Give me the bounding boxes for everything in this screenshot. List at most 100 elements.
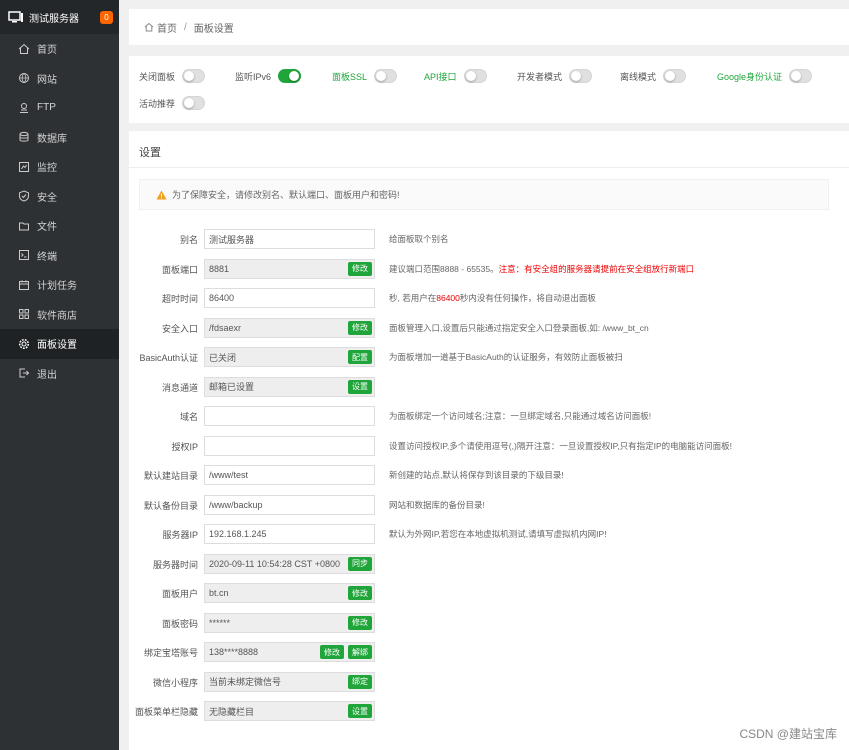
hint-text: 设置访问授权IP,多个请使用逗号(,)隔开注意：一旦设置授权IP,只有指定IP的… bbox=[389, 440, 733, 451]
toggle-switch[interactable] bbox=[789, 69, 813, 83]
toggle-label: API接口 bbox=[424, 71, 457, 82]
toggle-0: 关闭面板 bbox=[139, 69, 206, 83]
row-button[interactable]: 绑定 bbox=[348, 674, 372, 689]
home-icon bbox=[18, 43, 30, 55]
row-value: 已关闭 bbox=[209, 352, 237, 363]
row-hint: 为面板绑定一个访问域名;注意：一旦绑定域名,只能通过域名访问面板! bbox=[389, 410, 651, 422]
sidebar-item-8[interactable]: 计划任务 bbox=[0, 270, 119, 300]
settings-row: 安全入口/fdsaexr 修改 面板管理入口,设置后只能通过指定安全入口登录面板,如… bbox=[129, 317, 849, 338]
toggle-switch[interactable] bbox=[663, 69, 687, 83]
sidebar-item-11[interactable]: 退出 bbox=[0, 359, 119, 389]
row-label: 安全入口 bbox=[161, 323, 198, 334]
logout-icon bbox=[18, 367, 30, 379]
sidebar-item-1[interactable]: 网站 bbox=[0, 64, 119, 94]
row-button[interactable]: 修改 bbox=[348, 320, 372, 335]
row-input[interactable]: /www/backup bbox=[204, 494, 375, 515]
row-label: 超时时间 bbox=[161, 294, 198, 304]
toggle-switch[interactable] bbox=[374, 69, 398, 83]
row-label: 面板密码 bbox=[161, 618, 198, 629]
row-hint: 网站和数据库的备份目录! bbox=[389, 499, 485, 511]
sidebar-item-label: 数据库 bbox=[37, 133, 67, 145]
notification-badge[interactable]: 0 bbox=[100, 10, 113, 24]
sidebar-item-label: 安全 bbox=[37, 192, 57, 204]
monitor-icon bbox=[8, 11, 24, 23]
row-label: 绑定宝塔账号 bbox=[143, 648, 198, 658]
row-value: 8881 bbox=[209, 263, 230, 274]
settings-row: 服务器IP 192.168.1.245 默认为外网IP,若您在本地虚拟机测试,请填写… bbox=[129, 524, 849, 544]
toggle-switch[interactable] bbox=[278, 69, 302, 83]
row-button[interactable]: 解绑 bbox=[348, 645, 372, 659]
row-button[interactable]: 修改 bbox=[348, 615, 372, 630]
row-label: 默认备份目录 bbox=[143, 500, 198, 511]
toggle-3: API接口 bbox=[424, 69, 487, 83]
row-hint: 设置访问授权IP,多个请使用逗号(,)隔开注意：一旦设置授权IP,只有指定IP的… bbox=[389, 440, 732, 452]
toggle-5: 离线模式 bbox=[620, 69, 687, 83]
row-input[interactable] bbox=[204, 406, 375, 426]
toggle-switch[interactable] bbox=[182, 96, 206, 110]
toggle-1: 监听IPv6 bbox=[235, 69, 302, 83]
sidebar-item-6[interactable]: 文件 bbox=[0, 211, 119, 241]
row-button[interactable]: 配置 bbox=[348, 350, 372, 364]
settings-row: 面板端口 8881 修改 建议端口范围8888 - 65535。注意：有安全组的服务器… bbox=[129, 258, 849, 279]
sidebar-item-label: 终端 bbox=[37, 251, 57, 263]
row-button[interactable]: 修改 bbox=[320, 645, 344, 659]
row-label: 别名 bbox=[179, 235, 198, 245]
sidebar-item-3[interactable]: 数据库 bbox=[0, 123, 119, 153]
sidebar-item-5[interactable]: 安全 bbox=[0, 182, 119, 212]
toggle-switch[interactable] bbox=[463, 69, 487, 83]
hint-text: 建议端口范围8888 - 65535。 bbox=[389, 263, 499, 274]
hint-text: 给面板取个别名 bbox=[389, 234, 449, 244]
sidebar-item-2[interactable]: FTP bbox=[0, 93, 119, 123]
toggle-switch[interactable] bbox=[182, 69, 206, 83]
sidebar-item-label: 首页 bbox=[37, 45, 57, 57]
row-input[interactable] bbox=[204, 435, 375, 456]
toggle-6: Google身份认证 bbox=[717, 69, 813, 83]
row-hint: 秒, 若用户在86400秒内没有任何操作，将自动退出面板 bbox=[389, 292, 596, 304]
toggle-label: 开发者模式 bbox=[517, 71, 563, 82]
row-button[interactable]: 修改 bbox=[348, 586, 372, 600]
hint-text: 为面板绑定一个访问域名;注意：一旦绑定域名,只能通过域名访问面板! bbox=[389, 411, 652, 421]
sidebar-item-label: 网站 bbox=[37, 74, 57, 86]
grid-icon bbox=[18, 308, 30, 320]
row-button[interactable]: 设置 bbox=[348, 704, 372, 718]
sidebar-item-9[interactable]: 软件商店 bbox=[0, 300, 119, 330]
row-hint: 新创建的站点,默认将保存到该目录的下级目录! bbox=[389, 469, 564, 481]
toggle-label: 关闭面板 bbox=[139, 71, 176, 82]
breadcrumb-current: 面板设置 bbox=[193, 23, 234, 35]
row-value: 86400 bbox=[209, 293, 235, 303]
sidebar-item-0[interactable]: 首页 bbox=[0, 34, 119, 64]
breadcrumb-home[interactable]: 首页 bbox=[157, 20, 177, 35]
sidebar-item-7[interactable]: 终端 bbox=[0, 241, 119, 271]
row-input[interactable]: 86400 bbox=[204, 288, 375, 308]
toggle-switch[interactable] bbox=[569, 69, 593, 83]
sidebar-item-label: 文件 bbox=[37, 222, 57, 234]
row-input[interactable]: /www/test bbox=[204, 465, 375, 485]
hint-text: 新创建的站点,默认将保存到该目录的下级目录! bbox=[389, 470, 564, 480]
toggle-label: 面板SSL bbox=[332, 71, 368, 82]
toggle-2: 面板SSL bbox=[332, 69, 398, 83]
hint-text: 秒, 若用户在 bbox=[389, 293, 437, 303]
settings-title: 设置 bbox=[139, 147, 161, 159]
row-button[interactable]: 设置 bbox=[348, 379, 372, 394]
row-value: 测试服务器 bbox=[209, 234, 255, 245]
settings-row: 微信小程序 当前未绑定微信号 绑定 bbox=[129, 671, 849, 692]
hint-text: 面板管理入口,设置后只能通过指定安全入口登录面板,如: /www_bt_cn bbox=[389, 322, 649, 333]
row-value: /www/backup bbox=[209, 499, 263, 510]
sidebar-brand[interactable]: 测试服务器 0 bbox=[0, 0, 119, 34]
row-hint: 面板管理入口,设置后只能通过指定安全入口登录面板,如: /www_bt_cn bbox=[389, 322, 649, 334]
sidebar-item-label: 软件商店 bbox=[37, 310, 77, 322]
gear-icon bbox=[18, 338, 30, 350]
row-hint: 给面板取个别名 bbox=[389, 233, 449, 245]
row-input[interactable]: 192.168.1.245 bbox=[204, 524, 375, 544]
settings-panel: 设置 为了保障安全，请修改别名、默认端口、面板用户和密码! 别名 测试服务器 给面板… bbox=[129, 131, 849, 750]
row-button[interactable]: 修改 bbox=[348, 261, 372, 276]
sidebar-item-4[interactable]: 监控 bbox=[0, 152, 119, 182]
sidebar-item-10[interactable]: 面板设置 bbox=[0, 329, 119, 359]
row-label: 消息通道 bbox=[161, 382, 198, 393]
row-button[interactable]: 同步 bbox=[348, 556, 372, 571]
row-label: 服务器时间 bbox=[152, 559, 198, 570]
row-value: /fdsaexr bbox=[209, 322, 242, 333]
row-input[interactable]: 测试服务器 bbox=[204, 229, 375, 249]
toggle-label: 监听IPv6 bbox=[235, 71, 272, 82]
settings-row: 服务器时间 2020-09-11 10:54:28 CST +0800 同步 bbox=[129, 553, 849, 574]
